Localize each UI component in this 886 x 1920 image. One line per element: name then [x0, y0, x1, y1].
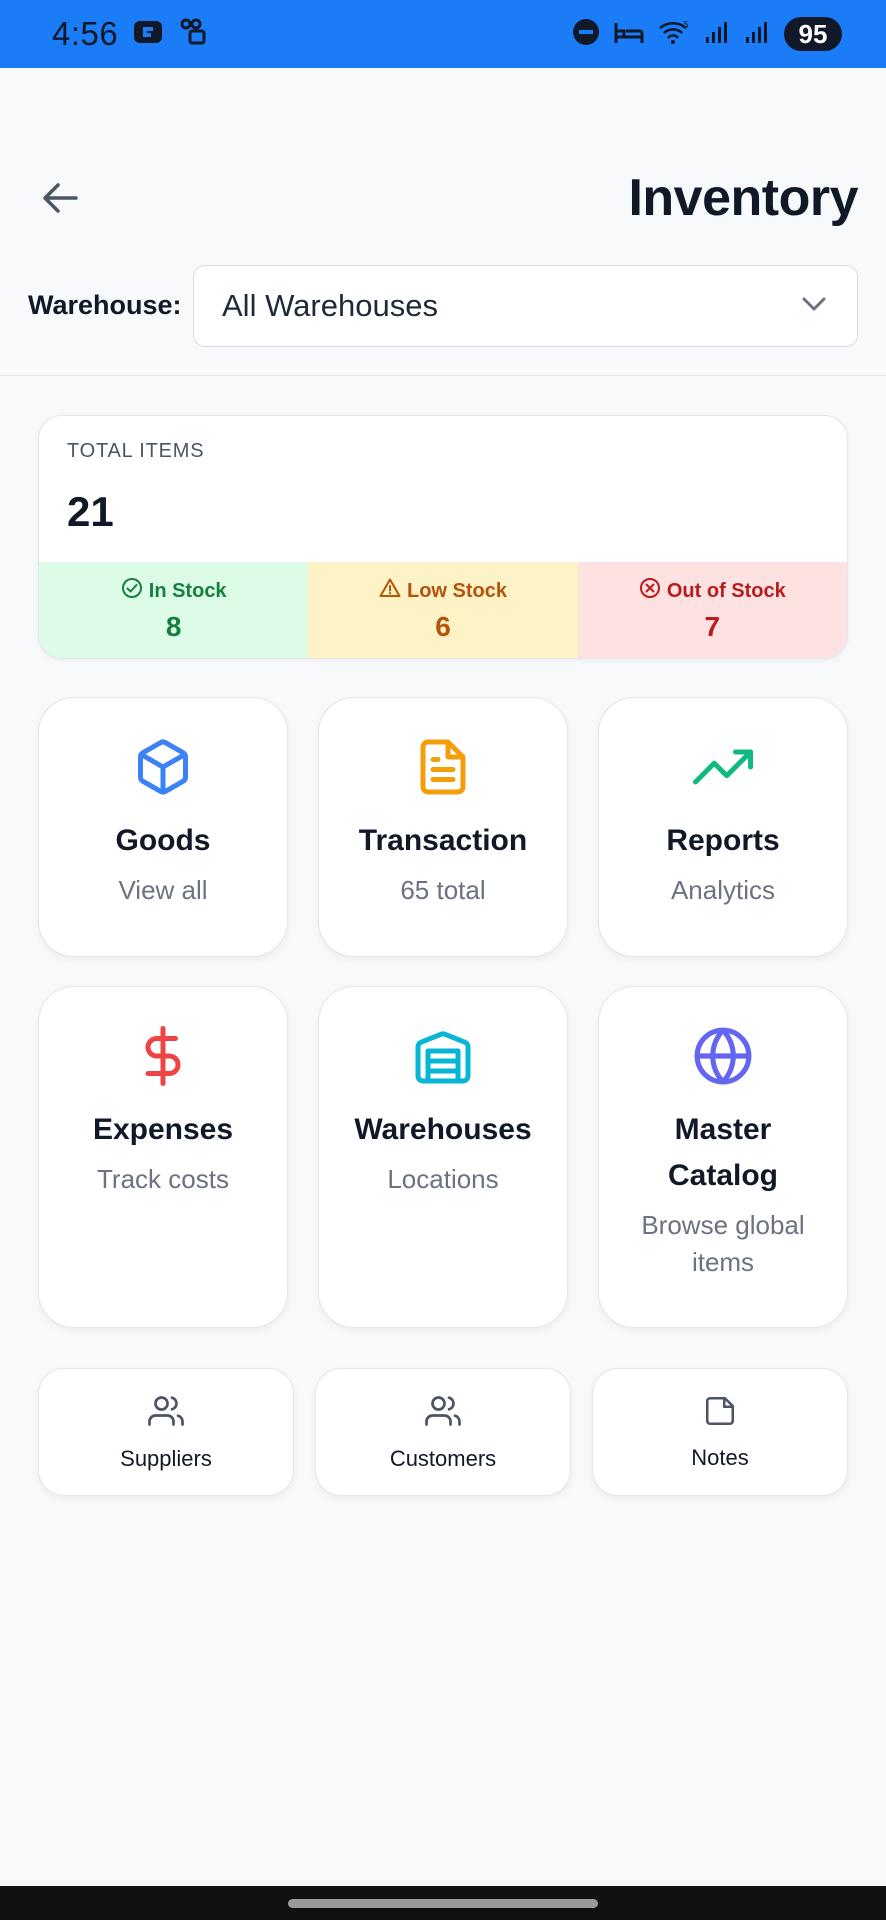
low-stock-cell[interactable]: Low Stock 6	[308, 562, 578, 658]
signal-icon	[704, 19, 730, 50]
stock-breakdown: In Stock 8 Low Stock 6 Out of Stock 7	[39, 562, 847, 658]
x-circle-icon	[639, 577, 661, 605]
wifi-icon: 5	[658, 19, 690, 50]
note-icon	[703, 1394, 737, 1433]
expenses-title: Expenses	[92, 1113, 234, 1146]
warning-icon	[379, 577, 401, 605]
suppliers-button[interactable]: Suppliers	[38, 1368, 294, 1496]
customers-label: Customers	[389, 1445, 497, 1471]
warehouse-label: Warehouse:	[28, 290, 182, 320]
out-of-stock-cell[interactable]: Out of Stock 7	[577, 562, 847, 658]
master-catalog-title: Master Catalog	[667, 1113, 778, 1192]
home-gesture-handle[interactable]	[288, 1898, 598, 1908]
status-left: 4:56	[52, 15, 208, 53]
reports-subtitle: Analytics	[670, 875, 776, 905]
document-icon	[412, 736, 474, 798]
low-stock-count: 6	[435, 611, 451, 642]
expenses-tile[interactable]: Expenses Track costs	[38, 986, 288, 1328]
users-icon	[425, 1393, 461, 1434]
warehouse-icon	[412, 1025, 474, 1087]
transaction-title: Transaction	[358, 824, 528, 857]
total-items-value: 21	[67, 488, 114, 535]
check-circle-icon	[121, 577, 143, 605]
svg-text:5: 5	[683, 21, 689, 31]
notes-label: Notes	[691, 1444, 749, 1470]
dollar-icon	[132, 1025, 194, 1087]
in-stock-header: In Stock	[121, 577, 227, 605]
status-bar: 4:56 5 95	[0, 0, 886, 68]
transaction-tile[interactable]: Transaction 65 total	[318, 697, 568, 957]
status-time: 4:56	[52, 15, 119, 52]
warehouse-select-value: All Warehouses	[222, 288, 438, 323]
back-button[interactable]	[38, 178, 82, 222]
trending-up-icon	[692, 736, 754, 798]
battery-indicator: 95	[784, 17, 842, 51]
status-right: 5 95	[572, 17, 842, 51]
low-stock-header: Low Stock	[379, 577, 507, 605]
warehouses-subtitle: Locations	[387, 1164, 499, 1194]
do-not-disturb-icon	[572, 18, 600, 51]
expenses-subtitle: Track costs	[97, 1164, 229, 1194]
globe-icon	[692, 1025, 754, 1087]
low-stock-label: Low Stock	[406, 579, 507, 602]
reports-title: Reports	[666, 824, 780, 857]
notes-button[interactable]: Notes	[592, 1368, 848, 1496]
in-stock-count: 8	[165, 611, 182, 642]
suppliers-label: Suppliers	[120, 1445, 212, 1471]
master-catalog-tile[interactable]: Master Catalog Browse global items	[598, 986, 848, 1328]
navigation-bar	[0, 1886, 886, 1920]
out-of-stock-header: Out of Stock	[639, 577, 786, 605]
warehouses-title: Warehouses	[354, 1113, 532, 1146]
in-stock-cell[interactable]: In Stock 8	[39, 562, 309, 658]
arrow-left-icon	[42, 182, 78, 219]
goods-subtitle: View all	[118, 875, 208, 905]
box-icon	[132, 736, 194, 798]
total-items-card: TOTAL ITEMS 21 In Stock 8 Low Stock 6 Ou…	[38, 415, 848, 659]
bed-icon	[614, 19, 644, 50]
warehouse-select[interactable]: All Warehouses	[193, 265, 858, 347]
goods-title: Goods	[115, 824, 211, 857]
users-icon	[148, 1393, 184, 1434]
transaction-subtitle: 65 total	[400, 875, 486, 905]
google-icon	[132, 18, 164, 51]
customers-button[interactable]: Customers	[315, 1368, 571, 1496]
voicemail-icon	[178, 17, 208, 52]
page-title: Inventory	[628, 169, 858, 227]
total-items-label: TOTAL ITEMS	[67, 440, 205, 462]
header: Inventory Warehouse: All Warehouses	[0, 68, 886, 376]
out-of-stock-count: 7	[704, 611, 721, 642]
warehouses-tile[interactable]: Warehouses Locations	[318, 986, 568, 1328]
master-catalog-subtitle: Browse global items	[641, 1210, 805, 1277]
out-of-stock-label: Out of Stock	[666, 579, 786, 602]
reports-tile[interactable]: Reports Analytics	[598, 697, 848, 957]
goods-tile[interactable]: Goods View all	[38, 697, 288, 957]
in-stock-label: In Stock	[148, 579, 227, 602]
signal-icon	[744, 19, 770, 50]
chevron-down-icon	[801, 296, 827, 317]
